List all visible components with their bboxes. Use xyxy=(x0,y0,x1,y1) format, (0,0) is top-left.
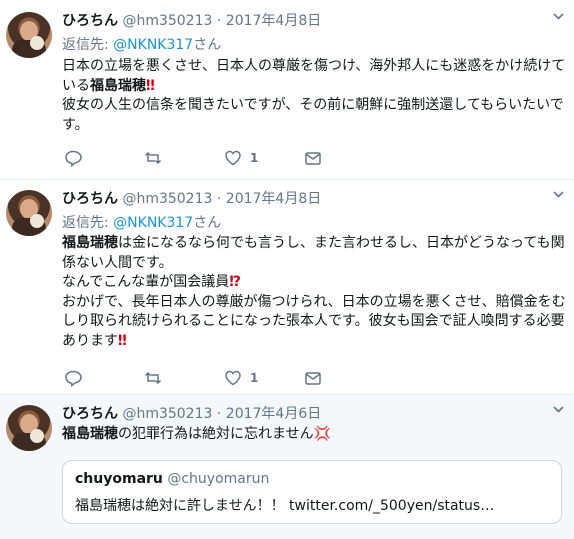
text-line: 係ない人間です。 xyxy=(62,254,173,271)
like-button[interactable]: 1 xyxy=(224,366,258,390)
text-line: おかげで、長年日本人の尊厳が傷つけられ、日本の立場を悪くさせ、賠償金をむ xyxy=(62,293,566,310)
display-name[interactable]: ひろちん xyxy=(62,406,118,422)
reply-prefix: 返信先: xyxy=(62,215,109,231)
text-line: す。 xyxy=(62,116,89,133)
avatar[interactable] xyxy=(6,12,52,58)
chevron-down-icon[interactable] xyxy=(552,403,565,420)
tweet-date[interactable]: 2017年4月8日 xyxy=(226,13,321,29)
avatar[interactable] xyxy=(6,190,52,236)
separator: · xyxy=(216,406,222,422)
chevron-down-icon[interactable] xyxy=(552,188,565,205)
anger-symbol-icon: 💢 xyxy=(313,426,332,442)
display-name[interactable]: ひろちん xyxy=(62,191,118,207)
text-line: の犯罪行為は絶対に忘れません xyxy=(118,426,314,442)
reply-handle-link[interactable]: @NKNK317 xyxy=(113,215,193,231)
reply-context: 返信先: @NKNK317さん xyxy=(62,212,221,232)
quoted-tweet-text: 福島瑞穂は絶対に許しません！！ twitter.com/_500yen/stat… xyxy=(75,498,495,514)
tweet-text: 福島瑞穂の犯罪行為は絶対に忘れません💢 xyxy=(62,425,570,445)
reply-button[interactable] xyxy=(64,366,82,390)
separator: · xyxy=(216,191,222,207)
quoted-tweet[interactable]: chuyomaru @chuyomarun 福島瑞穂は絶対に許しません！！ tw… xyxy=(62,460,562,524)
tweet-date[interactable]: 2017年4月6日 xyxy=(226,406,321,422)
reply-icon xyxy=(65,370,82,387)
mention-bold: 福島瑞穂 xyxy=(62,235,118,251)
tweet-header: ひろちん @hm350213 · 2017年4月6日 xyxy=(62,403,321,423)
tweet-header: ひろちん @hm350213 · 2017年4月8日 xyxy=(62,10,321,30)
reply-prefix: 返信先: xyxy=(62,37,109,53)
user-handle[interactable]: @hm350213 xyxy=(122,13,212,29)
retweet-button[interactable] xyxy=(144,366,162,390)
separator: · xyxy=(216,13,222,29)
quoted-user-handle: @chuyomarun xyxy=(167,471,270,487)
text-line: 日本の立場を悪くさせ、日本人の尊厳を傷つけ、海外邦人にも迷惑をかけ続けて xyxy=(62,58,566,74)
tweet-date[interactable]: 2017年4月8日 xyxy=(226,191,321,207)
user-handle[interactable]: @hm350213 xyxy=(122,191,212,207)
mention-bold: 福島瑞穂 xyxy=(90,77,146,94)
like-count: 1 xyxy=(250,151,259,165)
tweet-1[interactable]: ひろちん @hm350213 · 2017年4月8日 返信先: @NKNK317… xyxy=(0,0,574,180)
like-icon xyxy=(225,150,241,166)
quoted-display-name: chuyomaru xyxy=(75,471,163,487)
dm-button[interactable] xyxy=(304,366,322,390)
text-line: しり取られ続けられることになった張本人です。彼女も国会で証人喚問する必要 xyxy=(62,313,565,329)
text-line: いる xyxy=(62,77,90,94)
chevron-down-icon[interactable] xyxy=(552,10,565,27)
text-line: 彼女の人生の信条を聞きたいですが、その前に朝鮮に強制送還してもらいたいで xyxy=(62,97,564,113)
exclamation-question-icon: ⁉ xyxy=(229,274,241,290)
mention-bold: 福島瑞穂 xyxy=(62,426,118,442)
tweet-text: 福島瑞穂は金になるなら何でも言うし、また言わせるし、日本がどうなっても関 係ない… xyxy=(62,234,570,351)
retweet-button[interactable] xyxy=(144,146,162,170)
reply-suffix: さん xyxy=(193,215,222,231)
like-icon xyxy=(225,370,241,386)
text-line: あります xyxy=(62,332,118,349)
dm-icon xyxy=(305,152,321,165)
reply-icon xyxy=(65,150,82,167)
tweet-2[interactable]: ひろちん @hm350213 · 2017年4月8日 返信先: @NKNK317… xyxy=(0,180,574,395)
retweet-icon xyxy=(144,371,162,385)
dm-icon xyxy=(305,372,321,385)
like-count: 1 xyxy=(250,371,259,385)
display-name[interactable]: ひろちん xyxy=(62,13,118,29)
double-exclamation-icon: ‼ xyxy=(146,77,155,94)
tweet-text: 日本の立場を悪くさせ、日本人の尊厳を傷つけ、海外邦人にも迷惑をかけ続けて いる福… xyxy=(62,57,570,135)
double-exclamation-icon: ‼ xyxy=(118,332,127,349)
tweet-header: ひろちん @hm350213 · 2017年4月8日 xyxy=(62,188,321,208)
reply-context: 返信先: @NKNK317さん xyxy=(62,34,221,54)
reply-button[interactable] xyxy=(64,146,82,170)
text-line: は金になるなら何でも言うし、また言わせるし、日本がどうなっても関 xyxy=(118,235,565,251)
user-handle[interactable]: @hm350213 xyxy=(122,406,212,422)
reply-handle-link[interactable]: @NKNK317 xyxy=(113,37,193,53)
quoted-tweet-header: chuyomaru @chuyomarun xyxy=(75,471,269,487)
dm-button[interactable] xyxy=(304,146,322,170)
reply-suffix: さん xyxy=(193,37,222,53)
avatar[interactable] xyxy=(6,405,52,451)
retweet-icon xyxy=(144,151,162,165)
text-line: なんでこんな輩が国会議員 xyxy=(62,274,230,290)
like-button[interactable]: 1 xyxy=(224,146,258,170)
